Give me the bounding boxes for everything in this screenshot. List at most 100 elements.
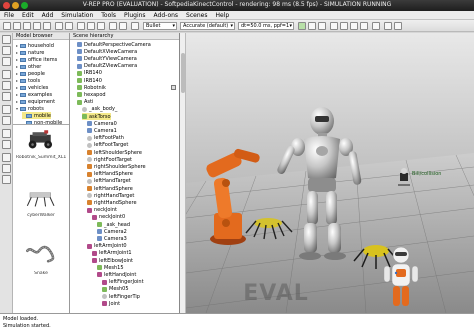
timestep-select[interactable]: dt=50.0 ms, ppf=1 ▾ (238, 22, 294, 30)
object-rotate-icon[interactable] (97, 22, 105, 30)
calculation-modules-icon[interactable] (2, 57, 11, 66)
scene-object-row[interactable]: leftFootTarget (87, 142, 128, 149)
model-thumbnail[interactable]: Snake (16, 243, 66, 276)
scene-object-row[interactable]: DefaultYViewCamera (77, 55, 137, 62)
scene-object-row[interactable]: IRB140 (77, 70, 102, 77)
script-icon[interactable] (171, 85, 176, 91)
model-thumbnail[interactable]: cyberWalker (16, 185, 66, 218)
scene-object-row[interactable]: leftFootPath (87, 135, 124, 142)
menu-scenes[interactable]: Scenes (186, 12, 207, 19)
model-folder-item[interactable]: ▸ equipment (16, 98, 55, 105)
camera-manip-icon[interactable] (55, 22, 63, 30)
scene-object-row[interactable]: neckJoint (87, 207, 117, 214)
scene-object-row[interactable]: DefaultPerspectiveCamera (77, 41, 151, 48)
model-folder-item[interactable]: ▸ people (16, 70, 45, 77)
real-time-icon[interactable] (330, 22, 338, 30)
menu-tools[interactable]: Tools (101, 12, 116, 19)
object-shift-icon[interactable] (87, 22, 95, 30)
slower-icon[interactable] (340, 22, 348, 30)
undo-icon[interactable] (109, 22, 117, 30)
model-folder-item[interactable]: ▸ nature (16, 49, 44, 56)
scene-object-row[interactable]: leftHandTarget (87, 178, 131, 185)
scene-object-row[interactable]: leftFingerTip (102, 293, 140, 300)
click-select-icon[interactable] (77, 22, 85, 30)
menu-simulation[interactable]: Simulation (61, 12, 93, 19)
scene-hierarchy-toggle-icon[interactable] (2, 140, 11, 149)
scene-object-row[interactable]: DefaultXViewCamera (77, 48, 137, 55)
model-folder-item[interactable]: ▸ office items (16, 56, 57, 63)
scene-object-row[interactable]: askTorso (82, 113, 111, 120)
scripts-icon[interactable] (2, 81, 11, 90)
dynamics-toggle-icon[interactable] (131, 22, 139, 30)
model-folder-item[interactable]: ▸ examples (16, 91, 52, 98)
layers-icon[interactable] (2, 153, 11, 162)
physics-engine-select[interactable]: Bullet ▾ (143, 22, 177, 30)
user-settings-icon[interactable] (2, 175, 11, 184)
pause-simulation-icon[interactable] (308, 22, 316, 30)
threaded-rendering-icon[interactable] (360, 22, 368, 30)
scene-object-row[interactable]: leftArmJoint1 (92, 250, 132, 257)
scene-selector-icon[interactable] (394, 22, 402, 30)
redo-icon[interactable] (119, 22, 127, 30)
menu-edit[interactable]: Edit (22, 12, 34, 19)
camera-rotate-icon[interactable] (13, 22, 21, 30)
model-folder-item[interactable]: ▸ vehicles (16, 84, 48, 91)
scene-object-row[interactable]: rightHandSphere (87, 199, 137, 206)
menu-help[interactable]: Help (215, 12, 229, 19)
camera-pan-icon[interactable] (3, 22, 11, 30)
camera-opening-icon[interactable] (33, 22, 41, 30)
scene-object-row[interactable]: hexapod (77, 91, 106, 98)
video-recorder-icon[interactable] (2, 164, 11, 173)
scene-viewport[interactable]: Bill/collision EVAL (186, 33, 474, 313)
scene-object-row[interactable]: IRB140 (77, 77, 102, 84)
scene-object-row[interactable]: _ask_head (97, 221, 130, 228)
model-browser-toggle-icon[interactable] (2, 129, 11, 138)
selection-icon[interactable] (2, 116, 11, 125)
scene-object-row[interactable]: leftHandJoint (97, 271, 136, 278)
scene-object-row[interactable]: Mesh15 (97, 264, 124, 271)
path-edit-icon[interactable] (2, 105, 11, 114)
model-folder-item[interactable]: ▾ robots (16, 105, 44, 112)
model-folder-item[interactable]: mobile (22, 112, 51, 119)
scene-object-row[interactable]: leftFingerJoint (102, 279, 144, 286)
scene-object-row[interactable]: Camera2 (97, 228, 127, 235)
scene-object-row[interactable]: rightShoulderSphere (87, 163, 146, 170)
model-folder-item[interactable]: ▸ household (16, 42, 54, 49)
scene-object-row[interactable]: rightFootTarget (87, 156, 132, 163)
scene-object-row[interactable]: leftElbowJoint (92, 257, 133, 264)
scene-object-row[interactable]: Asti (77, 99, 93, 106)
scene-object-row[interactable]: Joint (102, 300, 120, 307)
scene-object-row[interactable]: Camera0 (87, 120, 117, 127)
menu-file[interactable]: File (4, 12, 14, 19)
page-selector-icon[interactable] (384, 22, 392, 30)
collections-icon[interactable] (2, 70, 11, 79)
simulation-settings-icon[interactable] (2, 35, 11, 44)
object-properties-icon[interactable] (2, 46, 11, 55)
scrollbar-thumb[interactable] (181, 53, 185, 93)
scene-object-row[interactable]: Mesh05 (102, 286, 129, 293)
scene-object-row[interactable]: Robotnik (77, 84, 106, 91)
fit-to-view-icon[interactable] (43, 22, 51, 30)
scene-object-row[interactable]: _ask_body_ (82, 106, 117, 113)
menu-add-ons[interactable]: Add-ons (154, 12, 179, 19)
stop-simulation-icon[interactable] (318, 22, 326, 30)
faster-icon[interactable] (350, 22, 358, 30)
scene-object-row[interactable]: Camera1 (87, 127, 117, 134)
camera-shift-icon[interactable] (23, 22, 31, 30)
scene-object-row[interactable]: rightHandTarget (87, 192, 134, 199)
model-folder-item[interactable]: ▸ tools (16, 77, 40, 84)
model-folder-item[interactable]: ▸ other (16, 63, 41, 70)
menu-add[interactable]: Add (42, 12, 54, 19)
scene-object-row[interactable]: Camera3 (97, 235, 127, 242)
menu-plugins[interactable]: Plugins (124, 12, 146, 19)
toggle-visualization-icon[interactable] (372, 22, 380, 30)
scene-object-row[interactable]: leftShoulderSphere (87, 149, 142, 156)
scene-object-row[interactable]: neckJoint0 (92, 214, 125, 221)
assemble-icon[interactable] (65, 22, 73, 30)
start-simulation-icon[interactable] (298, 22, 306, 30)
scene-object-row[interactable]: leftArmJoint0 (87, 243, 127, 250)
accuracy-select[interactable]: Accurate (default) ▾ (180, 22, 235, 30)
model-thumbnail[interactable]: Robotnik_Summit_XL140701 (16, 127, 66, 160)
scene-object-row[interactable]: leftHandSphere (87, 171, 133, 178)
scene-object-row[interactable]: DefaultZViewCamera (77, 63, 137, 70)
